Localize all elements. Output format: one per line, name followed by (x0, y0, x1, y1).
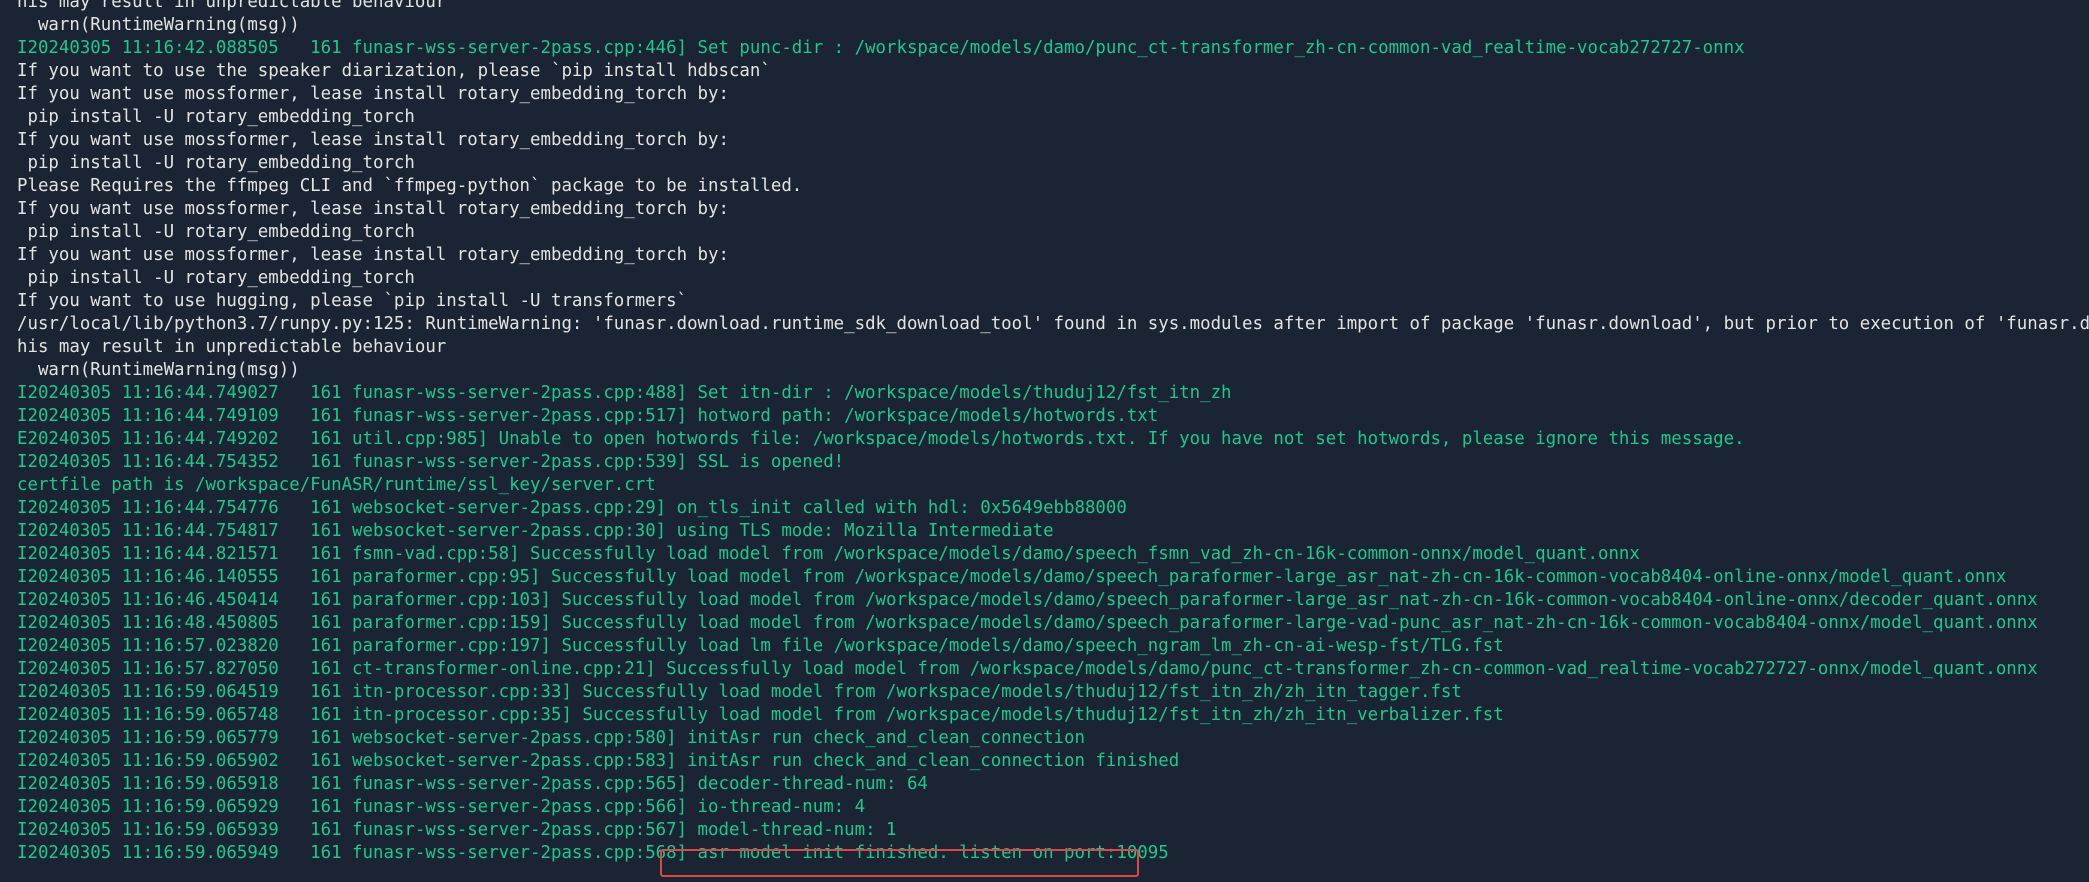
terminal-line: his may result in unpredictable behaviou… (17, 337, 447, 357)
terminal-line: I20240305 11:16:44.821571 161 fsmn-vad.c… (17, 544, 1640, 564)
terminal-line: E20240305 11:16:44.749202 161 util.cpp:9… (17, 429, 1745, 449)
terminal-line: I20240305 11:16:46.140555 161 paraformer… (17, 567, 2007, 587)
terminal-line: I20240305 11:16:46.450414 161 paraformer… (17, 590, 2038, 610)
terminal-line: If you want use mossformer, lease instal… (17, 245, 729, 265)
terminal-line: certfile path is /workspace/FunASR/runti… (17, 475, 656, 495)
terminal-line: I20240305 11:16:59.064519 161 itn-proces… (17, 682, 1462, 702)
terminal-line: If you want use mossformer, lease instal… (17, 199, 729, 219)
terminal-output: his may result in unpredictable behaviou… (17, 0, 2089, 865)
terminal-line: pip install -U rotary_embedding_torch (17, 107, 415, 127)
terminal-line: If you want to use the speaker diarizati… (17, 61, 771, 81)
terminal-line: warn(RuntimeWarning(msg)) (17, 360, 300, 380)
terminal-line: pip install -U rotary_embedding_torch (17, 268, 415, 288)
terminal-line: I20240305 11:16:44.749027 161 funasr-wss… (17, 383, 1232, 403)
terminal-line: Please Requires the ffmpeg CLI and `ffmp… (17, 176, 803, 196)
terminal-line: I20240305 11:16:59.065949 161 funasr-wss… (17, 843, 1169, 863)
terminal-line: I20240305 11:16:59.065748 161 itn-proces… (17, 705, 1504, 725)
terminal-line: I20240305 11:16:57.023820 161 paraformer… (17, 636, 1504, 656)
terminal-line: I20240305 11:16:44.749109 161 funasr-wss… (17, 406, 1159, 426)
terminal-line: I20240305 11:16:59.065779 161 websocket-… (17, 728, 1085, 748)
terminal-line: I20240305 11:16:44.754352 161 funasr-wss… (17, 452, 845, 472)
terminal-line: I20240305 11:16:59.065939 161 funasr-wss… (17, 820, 897, 840)
terminal-line: /usr/local/lib/python3.7/runpy.py:125: R… (17, 314, 2089, 334)
terminal-line: pip install -U rotary_embedding_torch (17, 222, 415, 242)
terminal-line: I20240305 11:16:59.065929 161 funasr-wss… (17, 797, 866, 817)
terminal-line: warn(RuntimeWarning(msg)) (17, 15, 300, 35)
terminal-line: pip install -U rotary_embedding_torch (17, 153, 415, 173)
terminal-line: his may result in unpredictable behaviou… (17, 0, 447, 12)
terminal-line: I20240305 11:16:57.827050 161 ct-transfo… (17, 659, 2038, 679)
terminal-window[interactable]: his may result in unpredictable behaviou… (0, 0, 2089, 882)
terminal-line: If you want use mossformer, lease instal… (17, 84, 729, 104)
terminal-line: I20240305 11:16:44.754776 161 websocket-… (17, 498, 1127, 518)
terminal-line: I20240305 11:16:44.754817 161 websocket-… (17, 521, 1054, 541)
terminal-line: I20240305 11:16:48.450805 161 paraformer… (17, 613, 2038, 633)
terminal-line: I20240305 11:16:59.065902 161 websocket-… (17, 751, 1180, 771)
terminal-line: I20240305 11:16:42.088505 161 funasr-wss… (17, 38, 1745, 58)
terminal-line: If you want use mossformer, lease instal… (17, 130, 729, 150)
terminal-line: I20240305 11:16:59.065918 161 funasr-wss… (17, 774, 928, 794)
terminal-line: If you want to use hugging, please `pip … (17, 291, 688, 311)
